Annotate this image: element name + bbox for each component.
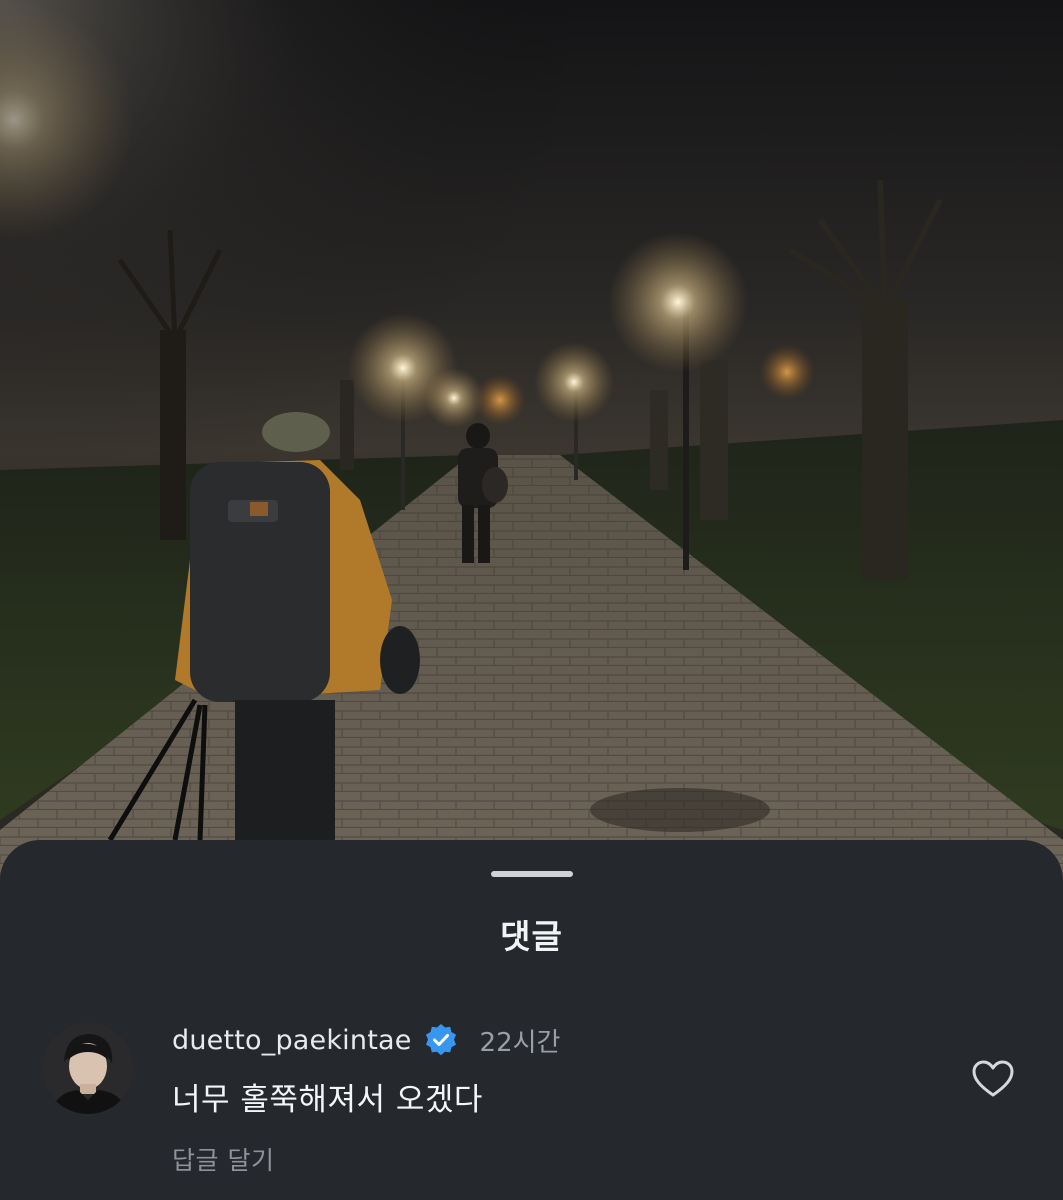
drag-handle[interactable] [491, 871, 573, 877]
comment-body: duetto_paekintae 22시간 너무 홀쭉해져서 오겠다 답글 달기 [172, 1020, 932, 1177]
comment-text: 너무 홀쭉해져서 오겠다 [172, 1082, 483, 1118]
comment-timestamp: 22시간 [479, 1027, 561, 1058]
heart-outline-icon [972, 1060, 1014, 1097]
post-photo [0, 0, 1063, 900]
foggy-night-path-image [0, 0, 1063, 900]
comment-item: duetto_paekintae 22시간 너무 홀쭉해져서 오겠다 답글 달기 [42, 1020, 1022, 1175]
username-link[interactable]: duetto_paekintae [172, 1025, 412, 1056]
comment-meta: duetto_paekintae 22시간 [172, 1020, 932, 1060]
comments-sheet: 댓글 duetto_paekintae 22시간 너무 홀쭉해져서 오겠다 답글… [0, 840, 1063, 1200]
reply-button[interactable]: 답글 달기 [172, 1141, 932, 1177]
screen: 댓글 duetto_paekintae 22시간 너무 홀쭉해져서 오겠다 답글… [0, 0, 1063, 1200]
verified-badge-icon [424, 1023, 458, 1057]
like-button[interactable] [968, 1054, 1018, 1104]
sheet-title: 댓글 [500, 917, 563, 956]
avatar[interactable] [42, 1022, 134, 1114]
avatar-portrait-icon [42, 1022, 134, 1114]
